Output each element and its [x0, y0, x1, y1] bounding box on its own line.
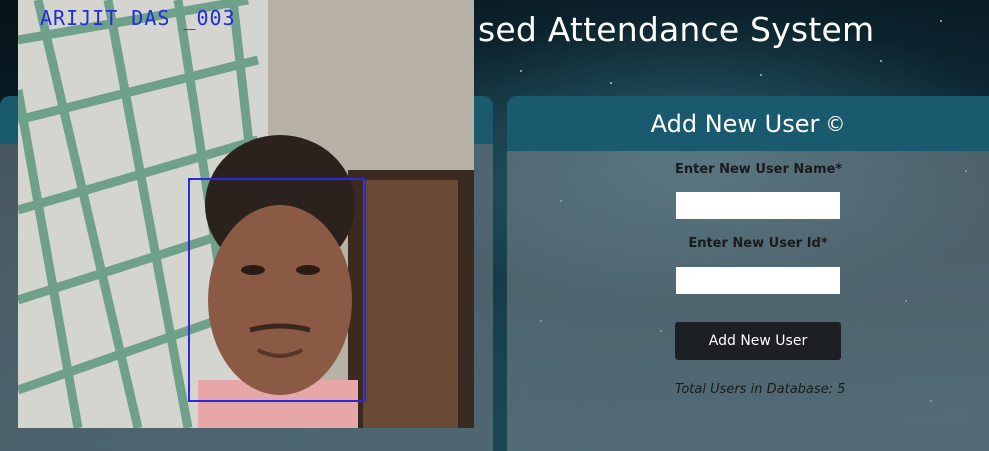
add-user-form: Enter New User Name* Enter New User Id* … — [675, 162, 846, 397]
recognized-name-label: ARIJIT DAS _003 — [40, 6, 236, 30]
add-new-user-button[interactable]: Add New User — [675, 322, 841, 360]
new-user-id-label: Enter New User Id* — [688, 236, 828, 251]
webcam-feed: ARIJIT DAS _003 — [18, 0, 474, 428]
total-users-count: Total Users in Database: 5 — [675, 382, 846, 397]
new-user-name-label: Enter New User Name* — [675, 162, 843, 177]
add-user-heading: Add New User — [650, 109, 820, 138]
add-user-panel-header: Add New User © — [507, 96, 989, 151]
face-detection-box — [188, 178, 366, 402]
add-user-panel: Add New User © Enter New User Name* Ente… — [507, 96, 989, 451]
page-title: sed Attendance System — [478, 10, 875, 49]
new-user-name-input[interactable] — [676, 192, 840, 219]
user-add-icon: © — [825, 111, 846, 136]
new-user-id-input[interactable] — [676, 267, 840, 294]
